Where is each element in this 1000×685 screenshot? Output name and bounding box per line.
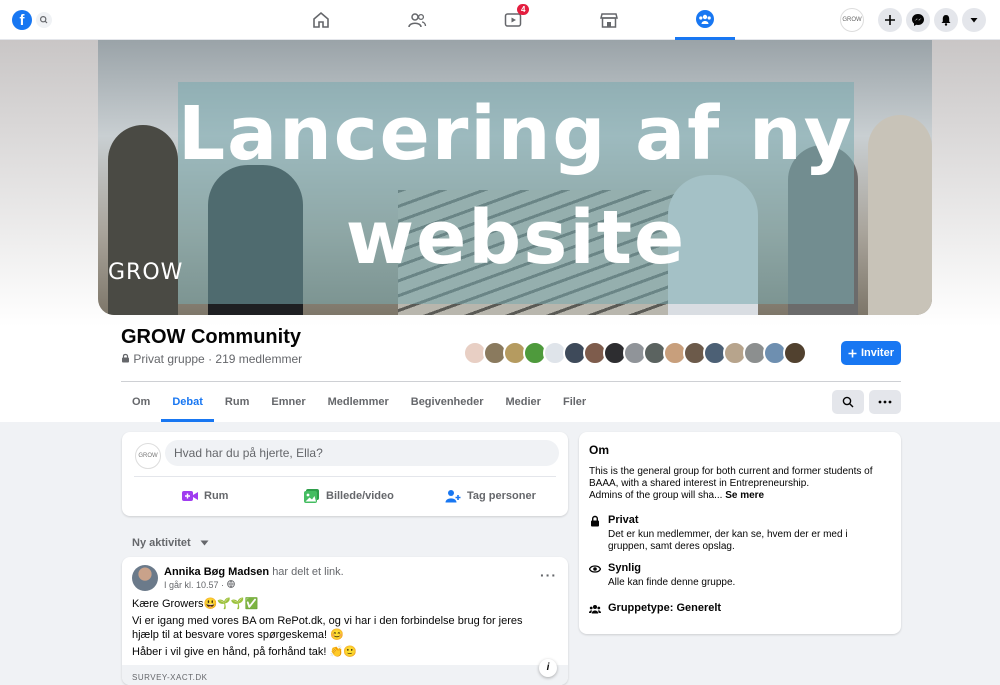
post-action-text: har delt et link. bbox=[272, 566, 344, 578]
messenger-button[interactable] bbox=[906, 8, 930, 32]
post-timestamp[interactable]: I går kl. 10.57 · bbox=[164, 580, 235, 590]
group-tabs: Om Debat Rum Emner Medlemmer Begivenhede… bbox=[121, 382, 597, 422]
cover-photo[interactable]: Lancering af ny website GROW bbox=[98, 40, 932, 315]
group-search-button[interactable] bbox=[832, 390, 864, 414]
feed-post: Annika Bøg Madsen har delt et link. I gå… bbox=[122, 557, 568, 685]
tab-filer[interactable]: Filer bbox=[552, 382, 597, 422]
nav-watch[interactable]: 4 bbox=[483, 0, 543, 40]
composer-input[interactable]: Hvad har du på hjerte, Ella? bbox=[165, 440, 559, 466]
tab-rum[interactable]: Rum bbox=[214, 382, 260, 422]
photo-icon bbox=[304, 489, 319, 503]
nav-home[interactable] bbox=[291, 0, 351, 40]
search-icon bbox=[842, 396, 854, 408]
plus-icon bbox=[885, 15, 895, 25]
post-more-icon[interactable]: ··· bbox=[540, 567, 557, 583]
post-author-name[interactable]: Annika Bøg Madsen bbox=[164, 566, 269, 578]
composer-tag-button[interactable]: Tag personer bbox=[445, 484, 536, 508]
lock-icon bbox=[591, 515, 599, 527]
watch-badge: 4 bbox=[517, 4, 530, 15]
info-icon[interactable]: i bbox=[539, 659, 557, 677]
home-icon bbox=[313, 11, 329, 28]
group-meta-separator: · bbox=[208, 352, 213, 366]
composer-card: GROW Hvad har du på hjerte, Ella? Rum Bi… bbox=[122, 432, 568, 516]
group-name[interactable]: GROW Community bbox=[121, 326, 301, 349]
about-description: This is the general group for both curre… bbox=[589, 466, 873, 501]
more-options-button[interactable] bbox=[869, 390, 901, 414]
group-type-icon bbox=[589, 605, 601, 614]
about-title: Om bbox=[589, 443, 610, 457]
about-card: Om This is the general group for both cu… bbox=[579, 432, 901, 634]
search-icon[interactable] bbox=[36, 12, 52, 28]
nav-groups[interactable] bbox=[675, 0, 735, 40]
notifications-icon bbox=[941, 15, 951, 26]
tab-debat[interactable]: Debat bbox=[161, 382, 214, 422]
create-button[interactable] bbox=[878, 8, 902, 32]
invite-button[interactable]: Inviter bbox=[841, 341, 901, 365]
cover-grow-logo: GROW bbox=[108, 260, 184, 285]
notifications-button[interactable] bbox=[934, 8, 958, 32]
post-line: Håber i vil give en hånd, på forhånd tak… bbox=[132, 646, 357, 658]
profile-avatar[interactable]: GROW bbox=[840, 8, 864, 32]
tag-people-icon bbox=[445, 490, 461, 503]
group-member-count[interactable]: 219 medlemmer bbox=[215, 352, 302, 366]
account-menu-button[interactable] bbox=[962, 8, 986, 32]
post-header: Annika Bøg Madsen har delt et link. bbox=[164, 566, 344, 578]
eye-icon bbox=[589, 565, 601, 573]
groups-icon bbox=[696, 9, 714, 28]
tab-medlemmer[interactable]: Medlemmer bbox=[317, 382, 400, 422]
nav-friends[interactable] bbox=[387, 0, 447, 40]
see-more-link[interactable]: Se mere bbox=[725, 490, 764, 501]
lock-icon bbox=[122, 353, 129, 363]
member-avatars[interactable] bbox=[463, 341, 807, 365]
top-navigation-bar: f 4 GROW bbox=[0, 0, 1000, 40]
cover-headline: Lancering af ny website bbox=[178, 91, 854, 281]
account-menu-icon bbox=[970, 18, 978, 23]
group-meta: Privat gruppe · 219 medlemmer bbox=[121, 352, 302, 366]
globe-icon bbox=[226, 580, 235, 588]
facebook-logo[interactable]: f bbox=[12, 10, 32, 30]
more-icon bbox=[878, 400, 892, 404]
messenger-icon bbox=[912, 14, 924, 26]
chevron-down-icon bbox=[200, 540, 209, 546]
composer-photo-button[interactable]: Billede/video bbox=[304, 484, 394, 508]
tab-begivenheder[interactable]: Begivenheder bbox=[400, 382, 495, 422]
tab-emner[interactable]: Emner bbox=[260, 382, 316, 422]
marketplace-icon bbox=[600, 13, 618, 28]
friends-icon bbox=[408, 13, 427, 28]
composer-avatar[interactable]: GROW bbox=[135, 443, 161, 469]
member-avatar[interactable] bbox=[783, 341, 807, 365]
tab-om[interactable]: Om bbox=[121, 382, 161, 422]
cover-person bbox=[108, 125, 178, 315]
plus-icon bbox=[848, 349, 857, 357]
link-preview[interactable]: SURVEY-XACT.DK bbox=[122, 665, 568, 685]
post-line: Vi er igang med vores BA om RePot.dk, og… bbox=[132, 615, 523, 641]
composer-divider bbox=[134, 476, 556, 477]
cover-person bbox=[868, 115, 932, 315]
post-line: Kære Growers😃🌱🌱✅ bbox=[132, 598, 259, 610]
nav-marketplace[interactable] bbox=[579, 0, 639, 40]
post-body: Kære Growers😃🌱🌱✅ Vi er igang med vores B… bbox=[132, 597, 552, 662]
feed-sort-dropdown[interactable]: Ny aktivitet bbox=[132, 537, 209, 549]
video-room-icon bbox=[182, 491, 198, 501]
tab-medier[interactable]: Medier bbox=[495, 382, 552, 422]
composer-room-button[interactable]: Rum bbox=[182, 484, 228, 508]
group-privacy[interactable]: Privat gruppe bbox=[133, 352, 204, 366]
post-author-avatar[interactable] bbox=[132, 565, 158, 591]
invite-label: Inviter bbox=[860, 347, 894, 359]
